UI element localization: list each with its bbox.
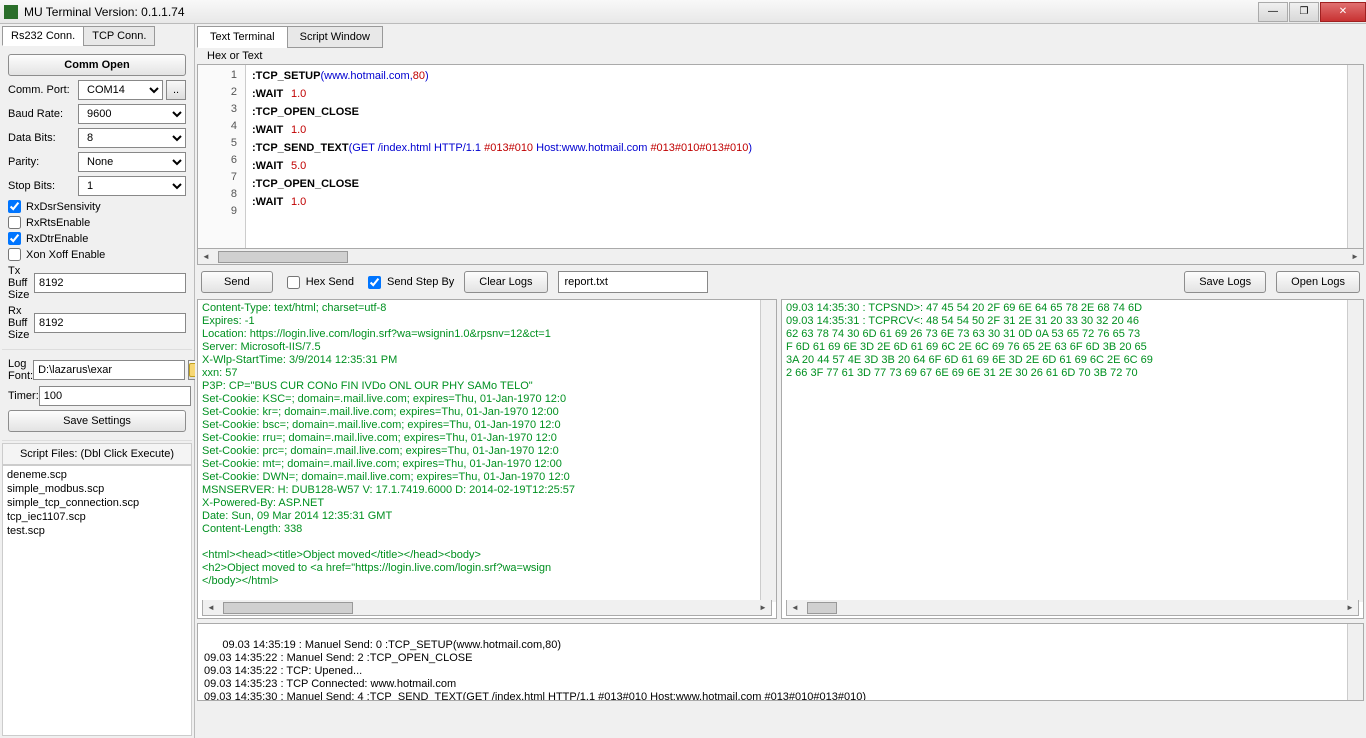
parity-select[interactable]: None — [78, 152, 186, 172]
chk-rxdsr[interactable] — [8, 200, 21, 213]
logfont-input[interactable] — [33, 360, 185, 380]
editor-hscroll[interactable] — [197, 249, 1364, 265]
script-item[interactable]: test.scp — [5, 524, 189, 538]
script-item[interactable]: simple_tcp_connection.scp — [5, 496, 189, 510]
databits-label: Data Bits: — [8, 132, 78, 144]
log-right-hscroll[interactable] — [786, 600, 1359, 616]
txbuff-input[interactable] — [34, 273, 186, 293]
tab-tcp[interactable]: TCP Conn. — [83, 26, 155, 46]
chk-xon-label: Xon Xoff Enable — [26, 249, 105, 261]
window-buttons: — ❐ ✕ — [1258, 2, 1366, 22]
comm-open-button[interactable]: Comm Open — [8, 54, 186, 76]
timer-input[interactable] — [39, 386, 191, 406]
stopbits-select[interactable]: 1 — [78, 176, 186, 196]
hex-send-label: Hex Send — [306, 276, 354, 288]
tab-text-terminal[interactable]: Text Terminal — [197, 26, 288, 48]
maximize-button[interactable]: ❐ — [1289, 2, 1319, 22]
log-vscroll[interactable] — [1347, 300, 1363, 602]
save-logs-button[interactable]: Save Logs — [1184, 271, 1266, 293]
close-button[interactable]: ✕ — [1320, 2, 1366, 22]
tab-rs232[interactable]: Rs232 Conn. — [2, 26, 84, 46]
rxbuff-label: Rx Buff Size — [8, 305, 34, 341]
log-pane-response: Content-Type: text/html; charset=utf-8 E… — [197, 299, 777, 619]
script-files-header: Script Files: (Dbl Click Execute) — [2, 443, 192, 465]
baud-select[interactable]: 9600 — [78, 104, 186, 124]
chk-send-step[interactable] — [368, 276, 381, 289]
clear-logs-button[interactable]: Clear Logs — [464, 271, 547, 293]
stopbits-label: Stop Bits: — [8, 180, 78, 192]
editor-code[interactable]: :TCP_SETUP(www.hotmail.com,80) :WAIT 1.0… — [246, 65, 1347, 248]
filename-input[interactable] — [558, 271, 708, 293]
chk-hex-send[interactable] — [287, 276, 300, 289]
txbuff-label: Tx Buff Size — [8, 265, 34, 301]
log-hex-text[interactable]: 09.03 14:35:30 : TCPSND>: 47 45 54 20 2F… — [786, 302, 1359, 600]
save-settings-button[interactable]: Save Settings — [8, 410, 186, 432]
log-pane-hex: 09.03 14:35:30 : TCPSND>: 47 45 54 20 2F… — [781, 299, 1364, 619]
editor-vscroll[interactable] — [1347, 65, 1363, 248]
timer-label: Timer: — [8, 390, 39, 402]
event-log: 09.03 14:35:19 : Manuel Send: 0 :TCP_SET… — [197, 623, 1364, 701]
minimize-button[interactable]: — — [1258, 2, 1288, 22]
editor-gutter: 1 2 3 4 5 6 7 8 9 — [198, 65, 246, 248]
script-editor[interactable]: 1 2 3 4 5 6 7 8 9 :TCP_SETUP(www.hotmail… — [197, 64, 1364, 249]
script-item[interactable]: deneme.scp — [5, 468, 189, 482]
action-bar: Send Hex Send Send Step By Clear Logs Sa… — [197, 265, 1364, 299]
chk-rxdtr-label: RxDtrEnable — [26, 233, 88, 245]
send-step-label: Send Step By — [387, 276, 454, 288]
hex-or-text-label: Hex or Text — [197, 48, 1364, 64]
log-vscroll[interactable] — [760, 300, 776, 602]
baud-label: Baud Rate: — [8, 108, 78, 120]
event-log-vscroll[interactable] — [1347, 624, 1363, 700]
send-button[interactable]: Send — [201, 271, 273, 293]
left-panel: Rs232 Conn. TCP Conn. Comm Open Comm. Po… — [0, 24, 195, 738]
tab-script-window[interactable]: Script Window — [287, 26, 383, 48]
comm-port-extra-button[interactable]: .. — [166, 80, 186, 100]
logfont-label: Log Font: — [8, 358, 33, 382]
script-item[interactable]: simple_modbus.scp — [5, 482, 189, 496]
window-title: MU Terminal Version: 0.1.1.74 — [24, 5, 1258, 19]
window-titlebar: MU Terminal Version: 0.1.1.74 — ❐ ✕ — [0, 0, 1366, 24]
chk-rxrts[interactable] — [8, 216, 21, 229]
chk-xon[interactable] — [8, 248, 21, 261]
comm-port-select[interactable]: COM14 — [78, 80, 163, 100]
script-files-list: deneme.scp simple_modbus.scp simple_tcp_… — [2, 465, 192, 736]
comm-port-label: Comm. Port: — [8, 84, 78, 96]
app-icon — [4, 5, 18, 19]
event-log-text: 09.03 14:35:19 : Manuel Send: 0 :TCP_SET… — [204, 639, 866, 701]
databits-select[interactable]: 8 — [78, 128, 186, 148]
rxbuff-input[interactable] — [34, 313, 186, 333]
chk-rxrts-label: RxRtsEnable — [26, 217, 90, 229]
right-panel: Text Terminal Script Window Hex or Text … — [195, 24, 1366, 738]
open-logs-button[interactable]: Open Logs — [1276, 271, 1360, 293]
parity-label: Parity: — [8, 156, 78, 168]
chk-rxdtr[interactable] — [8, 232, 21, 245]
script-item[interactable]: tcp_iec1107.scp — [5, 510, 189, 524]
log-response-text[interactable]: Content-Type: text/html; charset=utf-8 E… — [202, 302, 772, 600]
log-left-hscroll[interactable] — [202, 600, 772, 616]
chk-rxdsr-label: RxDsrSensivity — [26, 201, 101, 213]
